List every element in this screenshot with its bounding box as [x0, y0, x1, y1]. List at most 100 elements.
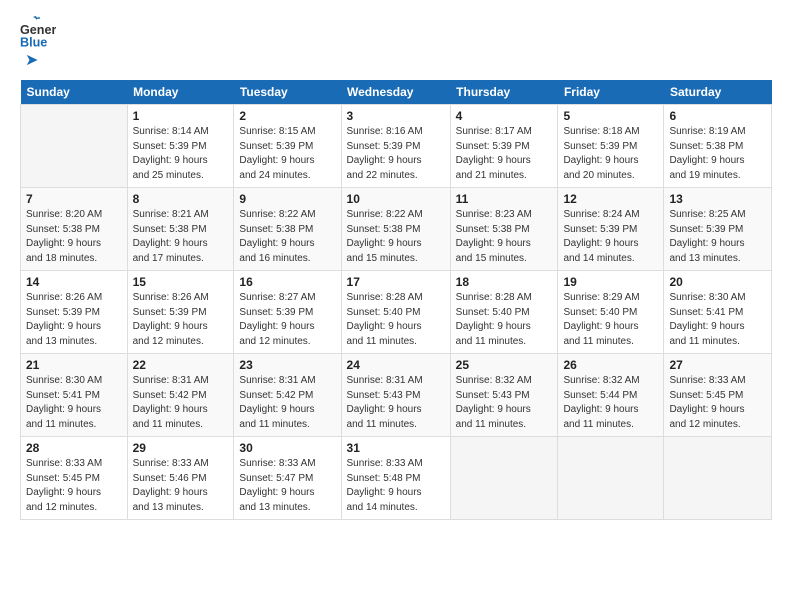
calendar-cell: 29 Sunrise: 8:33 AMSunset: 5:46 PMDayligh…	[127, 437, 234, 520]
day-info: Sunrise: 8:29 AMSunset: 5:40 PMDaylight:…	[563, 291, 658, 349]
calendar-cell: 18 Sunrise: 8:28 AMSunset: 5:40 PMDayligh…	[450, 271, 558, 354]
day-info: Sunrise: 8:31 AMSunset: 5:42 PMDaylight:…	[239, 374, 335, 432]
day-number: 31	[347, 441, 445, 455]
day-number: 21	[26, 358, 122, 372]
calendar-cell: 26 Sunrise: 8:32 AMSunset: 5:44 PMDayligh…	[558, 354, 664, 437]
calendar-cell: 13Sunrise: 8:25 AMSunset: 5:39 PMDayligh…	[664, 188, 772, 271]
day-info: Sunrise: 8:18 AMSunset: 5:39 PMDaylight:…	[563, 125, 658, 183]
day-info: Sunrise: 8:22 AMSunset: 5:38 PMDaylight:…	[347, 208, 445, 266]
day-number: 4	[456, 109, 553, 123]
calendar-cell: 20 Sunrise: 8:30 AMSunset: 5:41 PMDayligh…	[664, 271, 772, 354]
calendar-cell: 9Sunrise: 8:22 AMSunset: 5:38 PMDaylight…	[234, 188, 341, 271]
calendar-cell: 8 Sunrise: 8:21 AMSunset: 5:38 PMDaylight…	[127, 188, 234, 271]
calendar-cell: 17 Sunrise: 8:28 AMSunset: 5:40 PMDayligh…	[341, 271, 450, 354]
day-number: 16	[239, 275, 335, 289]
weekday-header-saturday: Saturday	[664, 80, 772, 105]
calendar-cell: 19 Sunrise: 8:29 AMSunset: 5:40 PMDayligh…	[558, 271, 664, 354]
header: General Blue ➤	[20, 16, 772, 70]
day-info: Sunrise: 8:25 AMSunset: 5:39 PMDaylight:…	[669, 208, 766, 266]
calendar-table: SundayMondayTuesdayWednesdayThursdayFrid…	[20, 80, 772, 520]
day-info: Sunrise: 8:30 AMSunset: 5:41 PMDaylight:…	[669, 291, 766, 349]
calendar-cell	[664, 437, 772, 520]
day-number: 8	[133, 192, 229, 206]
calendar-cell: 27 Sunrise: 8:33 AMSunset: 5:45 PMDayligh…	[664, 354, 772, 437]
calendar-cell: 12Sunrise: 8:24 AMSunset: 5:39 PMDayligh…	[558, 188, 664, 271]
main-container: General Blue ➤ SundayMondayTuesdayWednes…	[0, 0, 792, 612]
day-number: 22	[133, 358, 229, 372]
svg-text:Blue: Blue	[20, 36, 47, 50]
day-number: 2	[239, 109, 335, 123]
day-number: 23	[239, 358, 335, 372]
calendar-week-1: 1Sunrise: 8:14 AMSunset: 5:39 PMDaylight…	[21, 105, 772, 188]
day-info: Sunrise: 8:32 AMSunset: 5:43 PMDaylight:…	[456, 374, 553, 432]
weekday-header-friday: Friday	[558, 80, 664, 105]
day-info: Sunrise: 8:28 AMSunset: 5:40 PMDaylight:…	[456, 291, 553, 349]
day-number: 3	[347, 109, 445, 123]
calendar-week-5: 28 Sunrise: 8:33 AMSunset: 5:45 PMDayligh…	[21, 437, 772, 520]
logo: General Blue ➤	[20, 16, 56, 70]
day-info: Sunrise: 8:23 AMSunset: 5:38 PMDaylight:…	[456, 208, 553, 266]
calendar-header-row: SundayMondayTuesdayWednesdayThursdayFrid…	[21, 80, 772, 105]
logo-icon: General Blue	[20, 16, 56, 52]
day-info: Sunrise: 8:19 AMSunset: 5:38 PMDaylight:…	[669, 125, 766, 183]
day-info: Sunrise: 8:20 AMSunset: 5:38 PMDaylight:…	[26, 208, 122, 266]
day-number: 6	[669, 109, 766, 123]
day-info: Sunrise: 8:26 AMSunset: 5:39 PMDaylight:…	[26, 291, 122, 349]
day-number: 18	[456, 275, 553, 289]
day-info: Sunrise: 8:33 AMSunset: 5:47 PMDaylight:…	[239, 457, 335, 515]
day-info: Sunrise: 8:24 AMSunset: 5:39 PMDaylight:…	[563, 208, 658, 266]
calendar-cell	[450, 437, 558, 520]
calendar-cell: 11Sunrise: 8:23 AMSunset: 5:38 PMDayligh…	[450, 188, 558, 271]
calendar-cell: 31 Sunrise: 8:33 AMSunset: 5:48 PMDayligh…	[341, 437, 450, 520]
calendar-cell: 22 Sunrise: 8:31 AMSunset: 5:42 PMDayligh…	[127, 354, 234, 437]
day-info: Sunrise: 8:17 AMSunset: 5:39 PMDaylight:…	[456, 125, 553, 183]
day-info: Sunrise: 8:33 AMSunset: 5:45 PMDaylight:…	[669, 374, 766, 432]
calendar-cell: 21 Sunrise: 8:30 AMSunset: 5:41 PMDayligh…	[21, 354, 128, 437]
calendar-cell: 1Sunrise: 8:14 AMSunset: 5:39 PMDaylight…	[127, 105, 234, 188]
day-number: 17	[347, 275, 445, 289]
calendar-cell: 6 Sunrise: 8:19 AMSunset: 5:38 PMDaylight…	[664, 105, 772, 188]
calendar-cell: 25 Sunrise: 8:32 AMSunset: 5:43 PMDayligh…	[450, 354, 558, 437]
day-info: Sunrise: 8:15 AMSunset: 5:39 PMDaylight:…	[239, 125, 335, 183]
calendar-cell: 14 Sunrise: 8:26 AMSunset: 5:39 PMDayligh…	[21, 271, 128, 354]
calendar-cell: 23 Sunrise: 8:31 AMSunset: 5:42 PMDayligh…	[234, 354, 341, 437]
calendar-cell: 24Sunrise: 8:31 AMSunset: 5:43 PMDayligh…	[341, 354, 450, 437]
day-info: Sunrise: 8:33 AMSunset: 5:45 PMDaylight:…	[26, 457, 122, 515]
weekday-header-wednesday: Wednesday	[341, 80, 450, 105]
day-number: 24	[347, 358, 445, 372]
day-number: 26	[563, 358, 658, 372]
day-number: 30	[239, 441, 335, 455]
day-info: Sunrise: 8:32 AMSunset: 5:44 PMDaylight:…	[563, 374, 658, 432]
day-info: Sunrise: 8:33 AMSunset: 5:46 PMDaylight:…	[133, 457, 229, 515]
day-number: 25	[456, 358, 553, 372]
day-number: 27	[669, 358, 766, 372]
day-number: 1	[133, 109, 229, 123]
weekday-header-monday: Monday	[127, 80, 234, 105]
day-number: 5	[563, 109, 658, 123]
day-number: 20	[669, 275, 766, 289]
day-info: Sunrise: 8:33 AMSunset: 5:48 PMDaylight:…	[347, 457, 445, 515]
weekday-header-thursday: Thursday	[450, 80, 558, 105]
day-number: 19	[563, 275, 658, 289]
day-number: 14	[26, 275, 122, 289]
calendar-week-4: 21 Sunrise: 8:30 AMSunset: 5:41 PMDayligh…	[21, 354, 772, 437]
calendar-cell: 15Sunrise: 8:26 AMSunset: 5:39 PMDayligh…	[127, 271, 234, 354]
day-info: Sunrise: 8:16 AMSunset: 5:39 PMDaylight:…	[347, 125, 445, 183]
day-info: Sunrise: 8:31 AMSunset: 5:42 PMDaylight:…	[133, 374, 229, 432]
weekday-header-tuesday: Tuesday	[234, 80, 341, 105]
day-number: 10	[347, 192, 445, 206]
calendar-cell: 4 Sunrise: 8:17 AMSunset: 5:39 PMDaylight…	[450, 105, 558, 188]
day-info: Sunrise: 8:21 AMSunset: 5:38 PMDaylight:…	[133, 208, 229, 266]
day-info: Sunrise: 8:28 AMSunset: 5:40 PMDaylight:…	[347, 291, 445, 349]
day-info: Sunrise: 8:26 AMSunset: 5:39 PMDaylight:…	[133, 291, 229, 349]
calendar-cell: 2 Sunrise: 8:15 AMSunset: 5:39 PMDaylight…	[234, 105, 341, 188]
calendar-cell: 16Sunrise: 8:27 AMSunset: 5:39 PMDayligh…	[234, 271, 341, 354]
calendar-week-2: 7 Sunrise: 8:20 AMSunset: 5:38 PMDaylight…	[21, 188, 772, 271]
calendar-cell	[558, 437, 664, 520]
day-number: 7	[26, 192, 122, 206]
day-number: 29	[133, 441, 229, 455]
day-number: 28	[26, 441, 122, 455]
day-info: Sunrise: 8:30 AMSunset: 5:41 PMDaylight:…	[26, 374, 122, 432]
calendar-cell: 5 Sunrise: 8:18 AMSunset: 5:39 PMDaylight…	[558, 105, 664, 188]
weekday-header-sunday: Sunday	[21, 80, 128, 105]
